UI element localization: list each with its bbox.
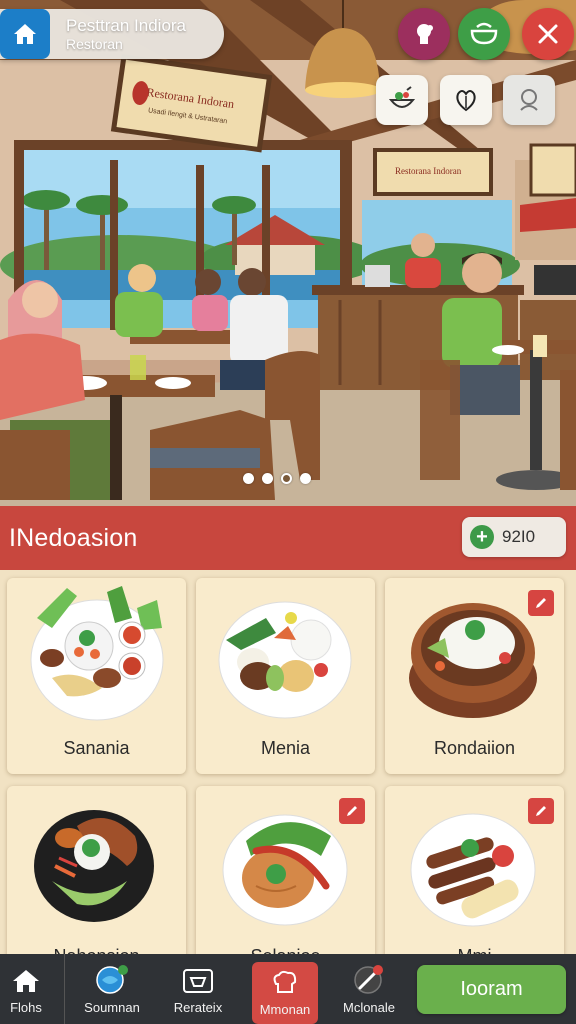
- nav-item-home[interactable]: Flohs: [0, 954, 52, 1024]
- hero-side-sign: Restorana Indoran: [395, 166, 462, 176]
- restaurant-name: Pesttran Indiora: [66, 16, 187, 36]
- edit-dish-button[interactable]: [528, 798, 554, 824]
- primary-action-button[interactable]: Iooram: [417, 965, 566, 1014]
- nav-label: Flohs: [10, 1000, 42, 1015]
- edit-dish-button[interactable]: [339, 798, 365, 824]
- globe-icon: [96, 965, 128, 994]
- section-title: INedoasion: [9, 523, 138, 552]
- chef-button[interactable]: [398, 8, 450, 60]
- close-button[interactable]: [522, 8, 574, 60]
- carousel-dots[interactable]: [243, 473, 311, 484]
- menu-card[interactable]: Mmi: [385, 786, 564, 982]
- hero-banner[interactable]: Restorana Indoran Usadi Ilengit & Ustrat…: [0, 0, 576, 506]
- dish-name: Menia: [260, 738, 311, 758]
- app-root: Restorana Indoran Usadi Ilengit & Ustrat…: [0, 0, 576, 1024]
- nav-label: Mclonale: [342, 1000, 396, 1015]
- nav-item-rerateix[interactable]: Rerateix: [166, 954, 230, 1024]
- nav-label: Rerateix: [173, 1000, 223, 1015]
- search-icon: [520, 89, 538, 111]
- restaurant-subtitle: Restoran: [66, 35, 123, 52]
- menu-card[interactable]: Menia: [196, 578, 375, 774]
- dish-name: Sanania: [63, 738, 130, 758]
- salad-filter-button[interactable]: [376, 75, 428, 125]
- menu-card[interactable]: Rondaiion: [385, 578, 564, 774]
- chef-hat-icon: [273, 970, 297, 993]
- nav-item-mclonale[interactable]: Mclonale: [336, 954, 402, 1024]
- carousel-dot[interactable]: [243, 473, 254, 484]
- leaf-filter-button[interactable]: [440, 75, 492, 125]
- bowl-icon: [470, 22, 498, 45]
- home-icon: [14, 24, 36, 44]
- chef-icon: [417, 24, 433, 44]
- item-count: 92I0: [502, 527, 536, 546]
- add-item-button[interactable]: + 92I0: [462, 517, 566, 557]
- dish-image: [218, 601, 352, 719]
- dish-image: [30, 586, 164, 721]
- dish-name: Rondaiion: [433, 738, 516, 758]
- carousel-dot[interactable]: [262, 473, 273, 484]
- menu-card[interactable]: Nahonsion: [7, 786, 186, 982]
- home-button[interactable]: [0, 9, 50, 59]
- edit-icon: [536, 806, 546, 816]
- menu-card[interactable]: Sanania: [7, 578, 186, 774]
- menu-grid: Sanania Menia Rondaiion: [0, 570, 576, 982]
- restaurant-title-bar: Pesttran Indiora Restoran: [0, 9, 224, 59]
- nav-item-soumnan[interactable]: Soumnan: [80, 954, 144, 1024]
- edit-icon: [536, 598, 546, 608]
- carousel-dot[interactable]: [300, 473, 311, 484]
- restaurant-interior-image: Restorana Indoran Usadi Ilengit & Ustrat…: [0, 0, 576, 506]
- search-button[interactable]: [503, 75, 555, 125]
- menu-section-header: INedoasion + 92I0: [0, 506, 576, 570]
- close-icon: [538, 24, 558, 44]
- bowl-button[interactable]: [458, 8, 510, 60]
- nav-label: Mmonan: [259, 1002, 311, 1017]
- nav-label: Soumnan: [84, 1000, 140, 1015]
- dish-image: [34, 810, 154, 922]
- leaf-icon: [456, 90, 476, 112]
- nav-divider: [64, 954, 65, 1024]
- salad-icon: [388, 86, 416, 108]
- menu-card[interactable]: Selanioe: [196, 786, 375, 982]
- carousel-dot-active[interactable]: [281, 473, 292, 484]
- nav-item-mmonan-active[interactable]: Mmonan: [252, 962, 318, 1024]
- pen-icon: [354, 965, 383, 994]
- plus-icon: +: [470, 525, 494, 549]
- edit-dish-button[interactable]: [528, 590, 554, 616]
- calendar-icon: [183, 969, 213, 993]
- home-icon: [13, 970, 39, 992]
- edit-icon: [347, 806, 357, 816]
